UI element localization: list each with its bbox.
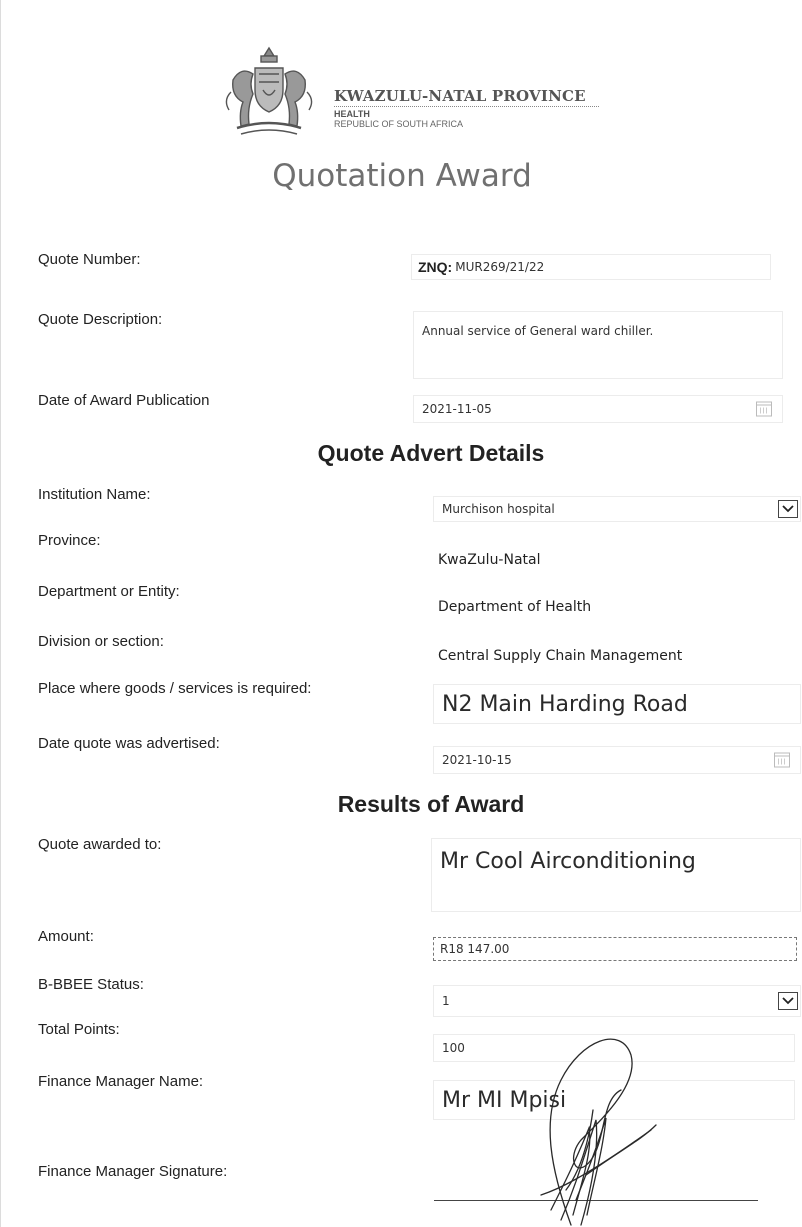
bbbee-value: 1 bbox=[442, 994, 450, 1008]
amount-field[interactable]: R18 147.00 bbox=[433, 937, 797, 961]
province-value: KwaZulu-Natal bbox=[438, 552, 541, 568]
awarded-to-value: Mr Cool Airconditioning bbox=[440, 849, 696, 874]
chevron-down-icon[interactable] bbox=[778, 992, 798, 1010]
awarded-to-label: Quote awarded to: bbox=[38, 836, 162, 853]
awarded-to-field[interactable]: Mr Cool Airconditioning bbox=[431, 838, 801, 912]
advert-details-heading: Quote Advert Details bbox=[317, 440, 545, 466]
calendar-icon[interactable] bbox=[756, 401, 772, 417]
quote-description-label: Quote Description: bbox=[38, 311, 163, 328]
award-publication-date-value: 2021-11-05 bbox=[422, 402, 492, 416]
advertised-date-field[interactable]: 2021-10-15 bbox=[433, 746, 801, 774]
place-value: N2 Main Harding Road bbox=[442, 691, 688, 717]
province-label: Province: bbox=[38, 532, 101, 549]
brand-block: KWAZULU-NATAL PROVINCE HEALTH REPUBLIC O… bbox=[334, 87, 599, 129]
dept-name: HEALTH bbox=[334, 109, 370, 119]
fm-name-label: Finance Manager Name: bbox=[38, 1073, 204, 1090]
total-points-value: 100 bbox=[442, 1041, 465, 1055]
calendar-icon[interactable] bbox=[774, 752, 790, 768]
quote-description-field[interactable]: Annual service of General ward chiller. bbox=[413, 311, 783, 379]
bbbee-label: B-BBEE Status: bbox=[38, 976, 144, 993]
country-name: REPUBLIC OF SOUTH AFRICA bbox=[334, 119, 464, 129]
brand-divider bbox=[334, 106, 599, 107]
results-heading: Results of Award bbox=[337, 791, 525, 817]
quote-number-field[interactable]: ZNQ: MUR269/21/22 bbox=[411, 254, 771, 280]
coat-of-arms-icon bbox=[225, 46, 313, 135]
page-title: Quotation Award bbox=[272, 158, 532, 194]
quote-number-prefix: ZNQ: bbox=[418, 259, 453, 275]
department-label: Department or Entity: bbox=[38, 583, 180, 600]
advertised-date-value: 2021-10-15 bbox=[442, 753, 512, 767]
chevron-down-icon[interactable] bbox=[778, 500, 798, 518]
quotation-award-form: KWAZULU-NATAL PROVINCE HEALTH REPUBLIC O… bbox=[0, 0, 802, 1227]
quote-description-value: Annual service of General ward chiller. bbox=[422, 324, 654, 338]
place-label: Place where goods / services is required… bbox=[38, 680, 312, 697]
institution-label: Institution Name: bbox=[38, 486, 151, 503]
total-points-label: Total Points: bbox=[38, 1021, 120, 1038]
fm-signature-label: Finance Manager Signature: bbox=[38, 1163, 228, 1180]
division-label: Division or section: bbox=[38, 633, 164, 650]
quote-number-value: MUR269/21/22 bbox=[455, 260, 545, 274]
amount-value: R18 147.00 bbox=[440, 942, 510, 956]
handwritten-signature bbox=[540, 1038, 657, 1226]
advertised-date-label: Date quote was advertised: bbox=[38, 735, 220, 752]
department-value: Department of Health bbox=[438, 599, 592, 615]
award-publication-date-field[interactable]: 2021-11-05 bbox=[413, 395, 783, 423]
quote-number-label: Quote Number: bbox=[38, 251, 141, 268]
institution-value: Murchison hospital bbox=[442, 502, 555, 516]
place-field[interactable]: N2 Main Harding Road bbox=[433, 684, 801, 724]
institution-select[interactable]: Murchison hospital bbox=[433, 496, 801, 522]
amount-label: Amount: bbox=[38, 928, 94, 945]
org-name: KWAZULU-NATAL PROVINCE bbox=[334, 87, 586, 105]
award-publication-label: Date of Award Publication bbox=[38, 392, 210, 409]
division-value: Central Supply Chain Management bbox=[438, 648, 683, 664]
